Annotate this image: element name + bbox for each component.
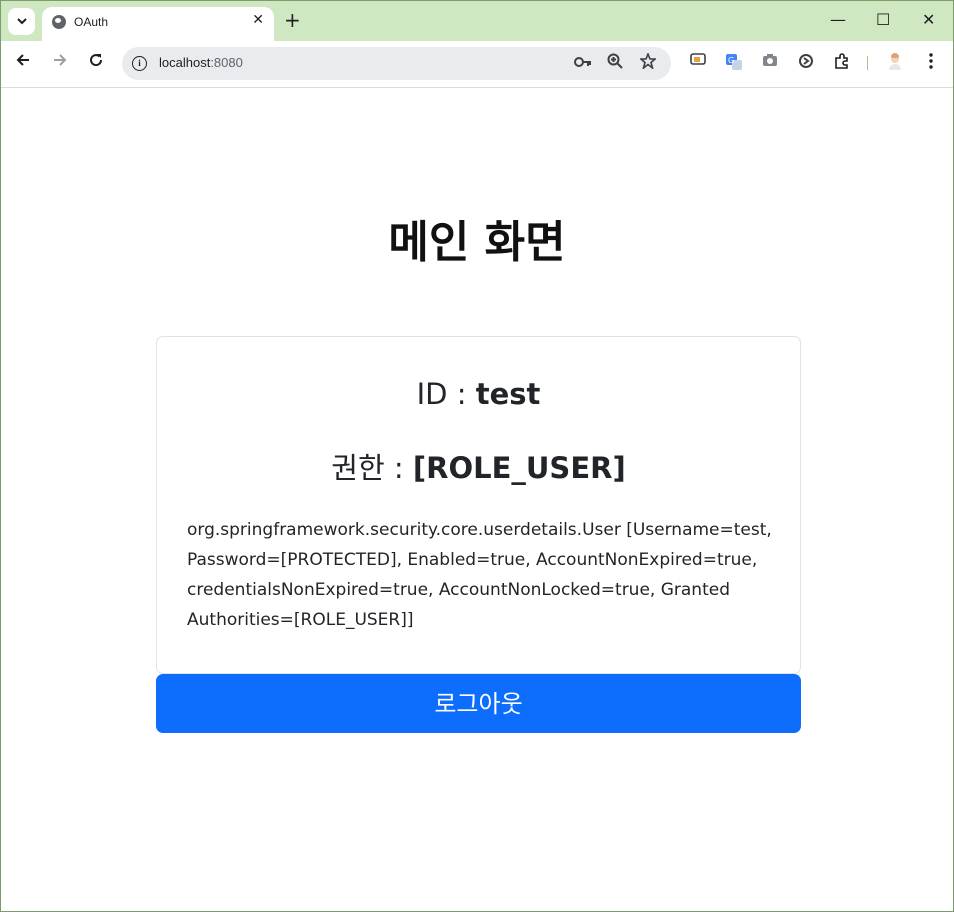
principal-detail-text: org.springframework.security.core.userde…	[187, 520, 772, 630]
tab-strip: OAuth ✕ + — ☐ ✕	[1, 1, 953, 41]
minimize-button[interactable]: —	[830, 9, 846, 31]
tab-oauth[interactable]: OAuth ✕	[42, 7, 274, 41]
tab-search-button[interactable]	[8, 8, 35, 35]
toolbar-divider	[867, 56, 868, 70]
page-content: 메인 화면 ID : test 권한 : [ROLE_USER] org.spr…	[1, 88, 953, 911]
browser-window: OAuth ✕ + — ☐ ✕ i localhost:8080 G 메인 화면…	[0, 0, 954, 912]
back-button[interactable]	[15, 52, 31, 74]
svg-text:G: G	[728, 56, 734, 65]
forward-arrow-icon	[54, 54, 67, 66]
cast-icon[interactable]	[689, 53, 707, 71]
reload-icon	[90, 54, 103, 67]
back-arrow-icon	[16, 54, 29, 66]
new-tab-button[interactable]: +	[284, 8, 301, 32]
tab-title: OAuth	[74, 15, 109, 29]
chevron-down-icon	[16, 18, 27, 25]
star-icon[interactable]	[638, 51, 658, 74]
url-text[interactable]: localhost:8080	[159, 55, 243, 70]
user-role-label: 권한 :	[331, 451, 413, 485]
user-role-value: [ROLE_USER]	[412, 451, 626, 485]
zoom-icon[interactable]	[607, 53, 623, 74]
forward-button[interactable]	[52, 52, 68, 74]
user-role-line: 권한 : [ROLE_USER]	[157, 445, 800, 487]
user-id-value: test	[475, 377, 541, 411]
close-tab-icon[interactable]: ✕	[252, 12, 264, 28]
globe-icon	[52, 15, 66, 29]
extensions-icon[interactable]	[833, 53, 851, 71]
translate-icon[interactable]: G	[725, 53, 743, 71]
user-id-line: ID : test	[157, 377, 800, 411]
camera-icon[interactable]	[761, 53, 779, 71]
reload-button[interactable]	[88, 52, 104, 74]
user-info-card: ID : test 권한 : [ROLE_USER] org.springfra…	[156, 336, 801, 674]
key-icon[interactable]	[574, 53, 592, 73]
user-id-label: ID :	[416, 377, 476, 411]
menu-icon[interactable]	[922, 53, 940, 71]
logout-button[interactable]: 로그아웃	[156, 674, 801, 733]
info-icon[interactable]: i	[132, 56, 147, 71]
address-bar[interactable]: i localhost:8080	[122, 47, 671, 80]
sync-icon[interactable]	[797, 53, 815, 71]
maximize-button[interactable]: ☐	[876, 9, 890, 31]
close-window-button[interactable]: ✕	[922, 9, 935, 31]
profile-avatar-icon[interactable]	[886, 53, 904, 71]
page-title: 메인 화면	[388, 217, 566, 268]
